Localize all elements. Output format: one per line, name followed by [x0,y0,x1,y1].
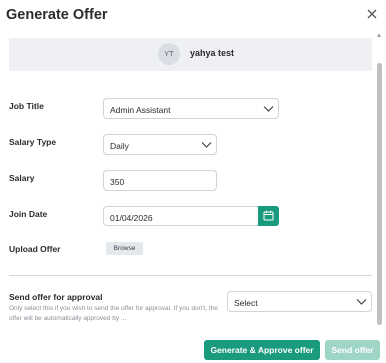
generate-approve-button[interactable]: Generate & Approve offer [204,340,320,360]
modal-title: Generate Offer [6,7,108,23]
chevron-down-icon [201,142,212,148]
join-date-input[interactable]: 01/04/2026 [103,206,259,226]
salary-value: 350 [110,177,125,187]
job-title-value: Admin Assistant [110,105,171,115]
salary-type-select[interactable]: Daily [103,134,217,155]
date-picker-button[interactable] [258,206,279,226]
upload-offer-label: Upload Offer [9,244,61,254]
generate-offer-modal: Generate Offer YT yahya test Job Title A… [0,0,386,363]
join-date-value: 01/04/2026 [110,213,153,223]
close-icon[interactable] [364,6,380,22]
job-title-label: Job Title [9,101,44,111]
chevron-down-icon [356,299,367,305]
approval-select[interactable]: Select [227,291,372,312]
send-offer-button: Send offer [325,340,380,360]
job-title-select[interactable]: Admin Assistant [103,98,279,119]
approval-help-text: Only select this if you wish to send the… [9,305,218,322]
salary-type-value: Daily [110,141,129,151]
approval-select-placeholder: Select [234,298,258,308]
avatar: YT [158,43,180,65]
chevron-down-icon [263,106,274,112]
candidate-name: yahya test [190,48,235,58]
approval-title: Send offer for approval [9,292,103,302]
divider [9,275,372,276]
salary-input[interactable]: 350 [103,170,217,191]
modal-body: YT yahya test Job Title Admin Assistant … [0,30,386,330]
join-date-label: Join Date [9,209,48,219]
modal-footer: Generate & Approve offer Send offer [0,330,386,363]
salary-type-label: Salary Type [9,137,57,147]
calendar-icon [263,210,274,221]
browse-button[interactable]: Browse [106,242,143,255]
candidate-bar: YT yahya test [9,38,372,71]
salary-label: Salary [9,173,35,183]
scrollbar-thumb[interactable] [377,63,382,325]
modal-header: Generate Offer [0,0,386,30]
